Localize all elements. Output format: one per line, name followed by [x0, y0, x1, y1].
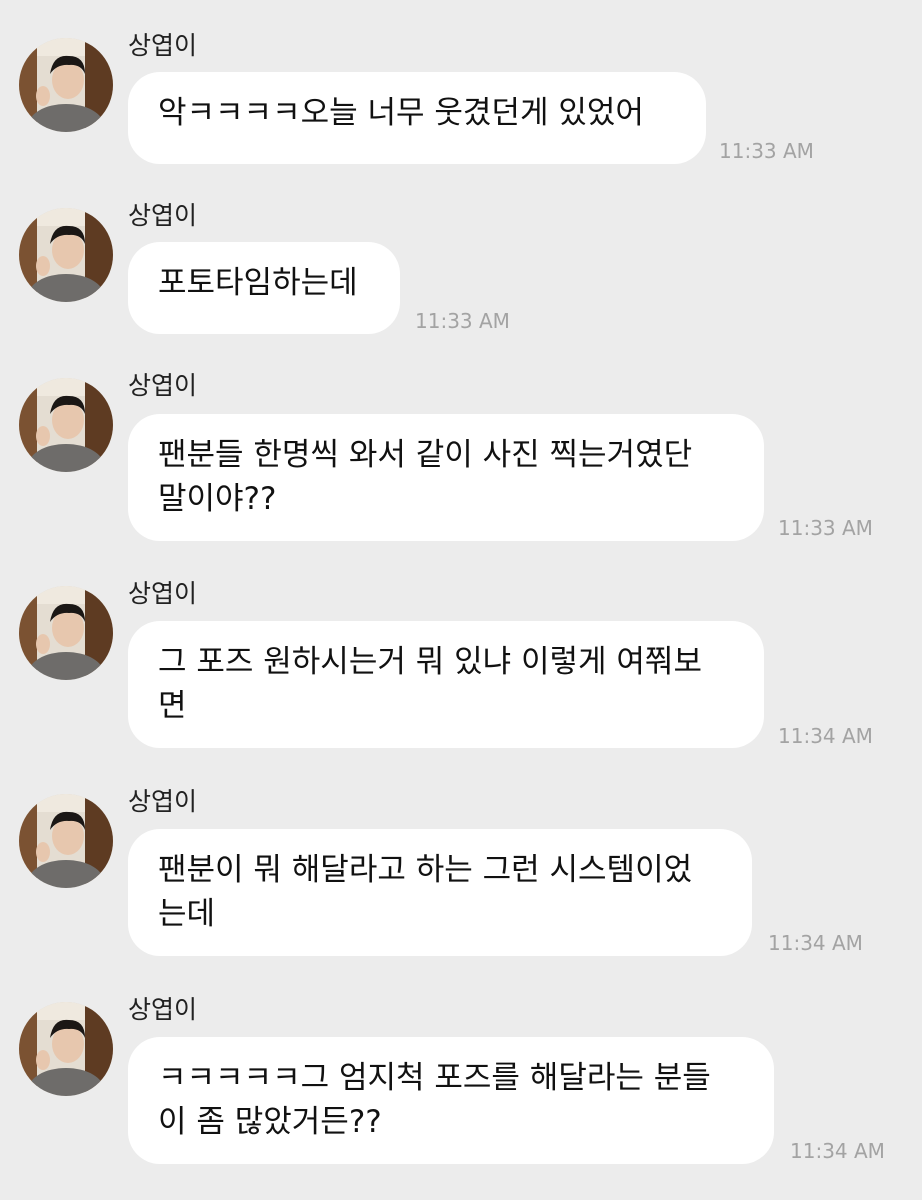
- profile-photo-icon: [19, 586, 113, 680]
- message-timestamp: 11:33 AM: [415, 309, 510, 333]
- sender-name: 상엽이: [128, 31, 198, 60]
- profile-photo-icon: [19, 208, 113, 302]
- sender-avatar[interactable]: [19, 378, 113, 472]
- message-bubble[interactable]: 팬분이 뭐 해달라고 하는 그런 시스템이었 는데: [128, 829, 752, 956]
- message-bubble[interactable]: 팬분들 한명씩 와서 같이 사진 찍는거였단 말이야??: [128, 414, 764, 541]
- sender-avatar[interactable]: [19, 38, 113, 132]
- message-timestamp: 11:33 AM: [778, 516, 873, 540]
- sender-name: 상엽이: [128, 579, 198, 608]
- message-bubble[interactable]: 악ㅋㅋㅋㅋ오늘 너무 웃겼던게 있었어: [128, 72, 706, 164]
- sender-avatar[interactable]: [19, 208, 113, 302]
- sender-name: 상엽이: [128, 787, 198, 816]
- message-timestamp: 11:34 AM: [790, 1139, 885, 1163]
- sender-name: 상엽이: [128, 995, 198, 1024]
- message-timestamp: 11:33 AM: [719, 139, 814, 163]
- profile-photo-icon: [19, 794, 113, 888]
- sender-avatar[interactable]: [19, 586, 113, 680]
- profile-photo-icon: [19, 378, 113, 472]
- sender-name: 상엽이: [128, 201, 198, 230]
- message-bubble[interactable]: 그 포즈 원하시는거 뭐 있냐 이렇게 여쭤보 면: [128, 621, 764, 748]
- sender-avatar[interactable]: [19, 794, 113, 888]
- profile-photo-icon: [19, 38, 113, 132]
- sender-name: 상엽이: [128, 371, 198, 400]
- message-timestamp: 11:34 AM: [778, 724, 873, 748]
- message-bubble[interactable]: 포토타임하는데: [128, 242, 400, 334]
- profile-photo-icon: [19, 1002, 113, 1096]
- message-bubble[interactable]: ㅋㅋㅋㅋㅋ그 엄지척 포즈를 해달라는 분들 이 좀 많았거든??: [128, 1037, 774, 1164]
- message-timestamp: 11:34 AM: [768, 931, 863, 955]
- sender-avatar[interactable]: [19, 1002, 113, 1096]
